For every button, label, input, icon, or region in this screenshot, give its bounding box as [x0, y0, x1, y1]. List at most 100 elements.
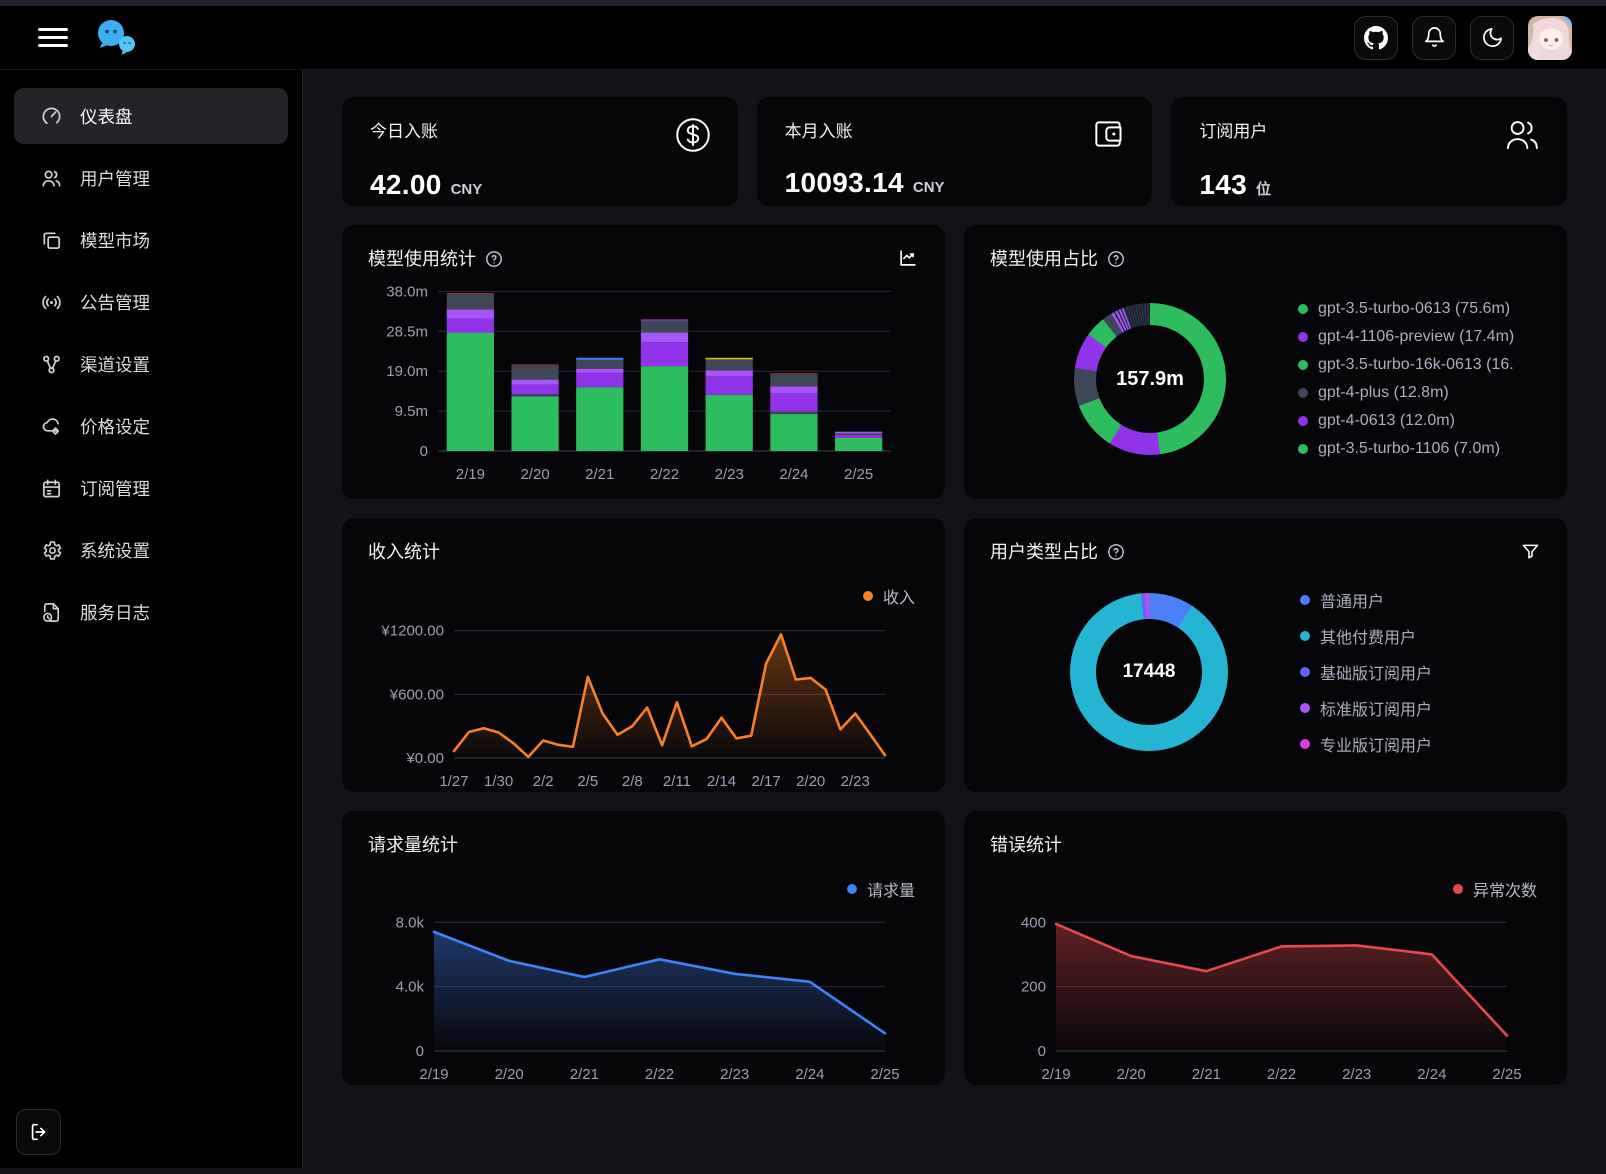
svg-text:0: 0 — [416, 1043, 424, 1060]
svg-text:¥1200.00: ¥1200.00 — [380, 623, 444, 640]
share-icon — [39, 352, 63, 376]
legend-item[interactable]: 收入 — [863, 584, 915, 608]
legend-dot — [1298, 332, 1308, 342]
menu-toggle-button[interactable] — [38, 28, 68, 47]
theme-toggle-button[interactable] — [1470, 16, 1514, 60]
svg-text:2/25: 2/25 — [1492, 1066, 1521, 1083]
card-income: 收入统计 收入 ¥0.00¥600.00¥1200.001/271/302/22… — [342, 518, 945, 792]
sidebar-item-label: 仪表盘 — [80, 104, 133, 129]
legend-item[interactable]: 异常次数 — [1453, 877, 1537, 901]
errors-line-chart: 02004002/192/202/212/222/232/242/25 — [990, 901, 1541, 1085]
legend-item[interactable]: gpt-3.5-turbo-16k-0613 (16. — [1298, 356, 1514, 374]
main-content: 今日入账 42.00 CNY 本月入账 10093.14 CNY — [303, 70, 1606, 1174]
users-icon — [39, 166, 63, 190]
legend-dot — [847, 884, 857, 894]
sidebar-item-system-settings[interactable]: 系统设置 — [14, 522, 288, 578]
sidebar-item-service-logs[interactable]: 服务日志 — [14, 584, 288, 640]
donut-center-value: 157.9m — [1074, 303, 1226, 455]
card-requests: 请求量统计 请求量 04.0k8.0k2/192/202/212/222/232… — [342, 811, 945, 1085]
svg-text:2/5: 2/5 — [577, 773, 598, 790]
sidebar-item-users[interactable]: 用户管理 — [14, 150, 288, 206]
stat-label: 本月入账 — [785, 114, 853, 142]
user-type-donut-chart: 17448 — [1070, 593, 1228, 751]
legend-label: 标准版订阅用户 — [1320, 696, 1432, 720]
legend-label: 收入 — [883, 584, 915, 608]
sidebar-item-label: 系统设置 — [80, 538, 150, 563]
svg-text:0: 0 — [1038, 1043, 1046, 1060]
github-button[interactable] — [1354, 16, 1398, 60]
model-share-donut-chart: 157.9m — [1074, 303, 1226, 455]
legend-label: 异常次数 — [1473, 877, 1537, 901]
card-errors: 错误统计 异常次数 02004002/192/202/212/222/232/2… — [964, 811, 1567, 1085]
sidebar-item-dashboard[interactable]: 仪表盘 — [14, 88, 288, 144]
help-icon[interactable] — [485, 250, 503, 268]
wallet-icon — [1088, 114, 1128, 159]
legend-item[interactable]: 标准版订阅用户 — [1300, 696, 1432, 720]
legend-item[interactable]: gpt-4-0613 (12.0m) — [1298, 412, 1514, 430]
svg-text:400: 400 — [1021, 914, 1046, 931]
legend-item[interactable]: gpt-3.5-turbo-1106 (7.0m) — [1298, 440, 1514, 458]
legend-label: 其他付费用户 — [1320, 624, 1416, 648]
circle-dollar-icon — [672, 114, 714, 161]
legend-dot — [1300, 631, 1310, 641]
legend-label: 请求量 — [867, 877, 915, 901]
legend-label: 普通用户 — [1320, 588, 1384, 612]
legend-label: gpt-4-0613 (12.0m) — [1318, 412, 1455, 430]
user-avatar[interactable] — [1528, 16, 1572, 60]
legend-item[interactable]: 其他付费用户 — [1300, 624, 1432, 648]
legend-item[interactable]: gpt-4-plus (12.8m) — [1298, 384, 1514, 402]
moon-icon — [1481, 26, 1504, 49]
app-logo — [94, 18, 140, 58]
income-legend: 收入 — [863, 584, 915, 608]
svg-text:200: 200 — [1021, 979, 1046, 996]
sidebar-item-label: 用户管理 — [80, 166, 150, 191]
sidebar-item-model-market[interactable]: 模型市场 — [14, 212, 288, 268]
legend-dot — [1300, 595, 1310, 605]
stat-card-month-income: 本月入账 10093.14 CNY — [757, 97, 1153, 206]
card-title: 请求量统计 — [368, 831, 458, 857]
help-icon[interactable] — [1107, 250, 1125, 268]
svg-text:2/11: 2/11 — [663, 773, 691, 790]
svg-text:2/23: 2/23 — [715, 466, 744, 483]
notifications-button[interactable] — [1412, 16, 1456, 60]
sidebar-item-pricing[interactable]: 价格设定 — [14, 398, 288, 454]
svg-text:2/23: 2/23 — [1342, 1066, 1371, 1083]
income-line-chart: ¥0.00¥600.00¥1200.001/271/302/22/52/82/1… — [368, 608, 919, 792]
svg-text:2/20: 2/20 — [796, 773, 825, 790]
svg-text:2/17: 2/17 — [752, 773, 781, 790]
legend-item[interactable]: 请求量 — [847, 877, 915, 901]
legend-dot — [1298, 388, 1308, 398]
legend-item[interactable]: 基础版订阅用户 — [1300, 660, 1432, 684]
legend-item[interactable]: gpt-3.5-turbo-0613 (75.6m) — [1298, 300, 1514, 318]
help-icon[interactable] — [1107, 543, 1125, 561]
legend-label: gpt-3.5-turbo-16k-0613 (16. — [1318, 356, 1514, 374]
svg-text:2/23: 2/23 — [720, 1066, 749, 1083]
svg-text:2/21: 2/21 — [585, 466, 614, 483]
svg-text:1/27: 1/27 — [439, 773, 468, 790]
sidebar-item-subscriptions[interactable]: 订阅管理 — [14, 460, 288, 516]
filter-button[interactable] — [1520, 541, 1541, 562]
legend-item[interactable]: 专业版订阅用户 — [1300, 732, 1432, 756]
svg-text:2/2: 2/2 — [533, 773, 554, 790]
svg-text:2/20: 2/20 — [495, 1066, 524, 1083]
sidebar-item-channels[interactable]: 渠道设置 — [14, 336, 288, 392]
sidebar-item-label: 价格设定 — [80, 414, 150, 439]
stat-value: 10093.14 — [785, 167, 904, 199]
svg-text:8.0k: 8.0k — [396, 914, 425, 931]
file-clock-icon — [39, 600, 63, 624]
stat-label: 订阅用户 — [1199, 114, 1267, 142]
sidebar-item-label: 公告管理 — [80, 290, 150, 315]
sidebar-item-announcements[interactable]: 公告管理 — [14, 274, 288, 330]
gear-icon — [39, 538, 63, 562]
legend-item[interactable]: gpt-4-1106-preview (17.4m) — [1298, 328, 1514, 346]
legend-item[interactable]: 普通用户 — [1300, 588, 1432, 612]
svg-text:4.0k: 4.0k — [396, 979, 425, 996]
svg-text:2/19: 2/19 — [419, 1066, 448, 1083]
logout-button[interactable] — [16, 1109, 61, 1155]
svg-text:0: 0 — [420, 443, 428, 460]
cloud-gear-icon — [39, 414, 63, 438]
stat-label: 今日入账 — [370, 114, 438, 142]
svg-text:2/25: 2/25 — [870, 1066, 899, 1083]
bell-icon — [1423, 26, 1446, 49]
chart-type-toggle-button[interactable] — [897, 247, 919, 269]
